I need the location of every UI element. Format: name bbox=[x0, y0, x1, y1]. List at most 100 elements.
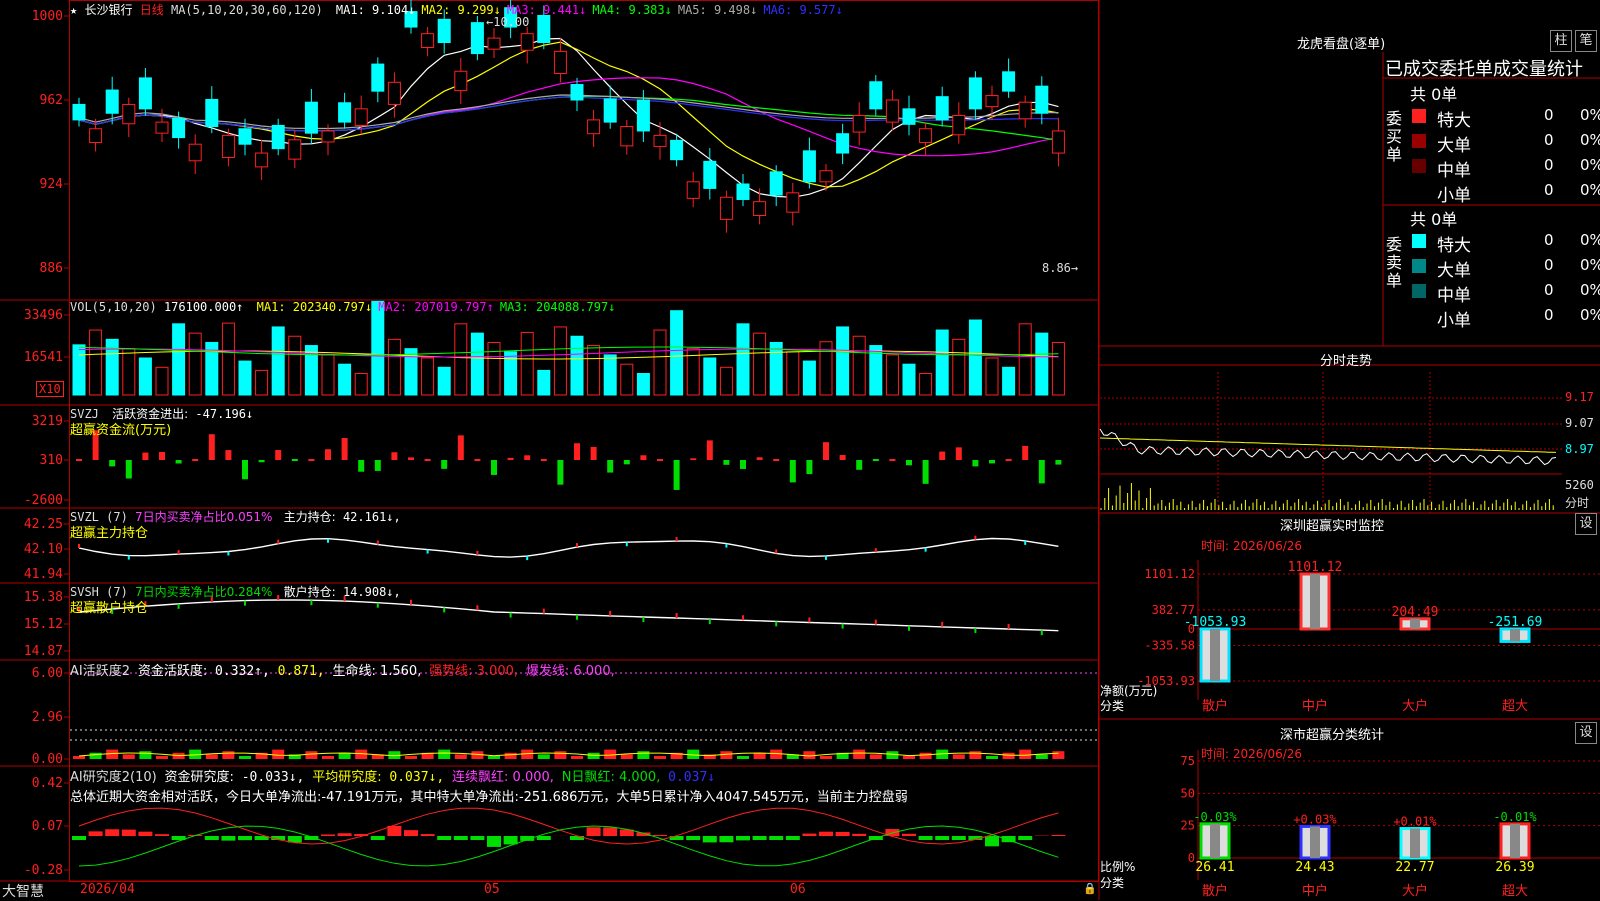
candle-body bbox=[853, 115, 865, 132]
fund-flow-bar bbox=[773, 459, 779, 461]
bar-mode-button[interactable]: 柱 bbox=[1550, 30, 1572, 52]
chart-canvas[interactable]: 100096292488633496165413219310-260042.25… bbox=[0, 0, 1600, 900]
svsh-tick: 14.87 bbox=[24, 644, 63, 659]
fund-flow-bar bbox=[740, 460, 746, 469]
fund-flow-bar bbox=[491, 460, 497, 475]
candle-body bbox=[1052, 131, 1064, 153]
fund-flow-bar bbox=[790, 460, 796, 482]
sell-label: 大单 bbox=[1437, 256, 1471, 281]
fund-flow-bar bbox=[1022, 446, 1028, 460]
ma-6: MA6: 9.577↓ bbox=[763, 3, 842, 17]
candle-body bbox=[173, 118, 185, 137]
activity-bar bbox=[903, 756, 915, 759]
activity-bar bbox=[305, 751, 317, 759]
candle-body bbox=[621, 127, 633, 146]
intraday-tick-2: 9.07 bbox=[1565, 416, 1594, 430]
period-label[interactable]: 日线 bbox=[140, 3, 164, 17]
activity-bar bbox=[405, 756, 417, 759]
stock-name[interactable]: 长沙银行 bbox=[84, 3, 132, 17]
svzj-value: -47.196↓ bbox=[195, 407, 253, 421]
sz-stats-settings-button[interactable]: 设 bbox=[1575, 722, 1597, 744]
research-bar bbox=[603, 827, 617, 836]
volume-bar bbox=[521, 332, 533, 395]
volume-bar bbox=[239, 361, 251, 395]
ai1-v2: 0.871, bbox=[278, 664, 325, 679]
candle-body bbox=[455, 71, 467, 90]
volume-bar bbox=[256, 370, 268, 395]
volume-bar bbox=[272, 327, 284, 395]
volume-bar bbox=[554, 327, 566, 395]
ai1-tick: 0.00 bbox=[32, 752, 63, 767]
research-bar bbox=[1051, 835, 1065, 836]
svsh-tick: 15.38 bbox=[24, 590, 63, 605]
candle-body bbox=[106, 90, 118, 113]
fund-flow-bar bbox=[425, 459, 431, 461]
ai2-v2: 0.037↓, bbox=[389, 770, 444, 785]
buy-label: 特大 bbox=[1437, 106, 1471, 131]
candle-body bbox=[1036, 86, 1048, 113]
favorite-star-icon[interactable]: ★ bbox=[70, 3, 77, 17]
date-label-3: 06 bbox=[790, 882, 806, 897]
activity-bar bbox=[339, 753, 351, 759]
research-bar bbox=[719, 836, 733, 842]
fund-flow-bar bbox=[873, 459, 879, 461]
vol-tick: 16541 bbox=[24, 350, 63, 365]
ai2-label: AI研究度2(10) bbox=[70, 770, 157, 785]
intraday-vol-tick: 5260 bbox=[1565, 478, 1594, 492]
volume-bar bbox=[604, 355, 616, 395]
sz-stats-bar-shade bbox=[1510, 824, 1520, 858]
volume-bar bbox=[156, 367, 168, 395]
volume-bar bbox=[372, 301, 384, 395]
vol-unit-button[interactable]: X10 bbox=[36, 381, 64, 397]
activity-bar bbox=[90, 753, 102, 759]
buy-swatch bbox=[1412, 134, 1426, 148]
research-bar bbox=[736, 836, 750, 840]
fund-flow-bar bbox=[375, 460, 381, 471]
retail-position-line bbox=[79, 600, 1058, 631]
candle-body bbox=[654, 135, 666, 146]
tick-mode-button[interactable]: 笔 bbox=[1575, 30, 1597, 52]
activity-bar bbox=[770, 750, 782, 759]
lock-icon[interactable]: 🔒 bbox=[1083, 882, 1097, 895]
fund-flow-bar bbox=[524, 455, 530, 460]
ai1-header: AI活跃度2 资金活跃度: 0.332↑, 0.871, 生命线: 1.560,… bbox=[70, 660, 615, 679]
sell-side-label: 委卖单 bbox=[1386, 236, 1404, 290]
ai2-red: 连续飘红: 0.000, bbox=[452, 770, 554, 785]
intraday-price-line bbox=[1100, 429, 1556, 465]
candle-body bbox=[787, 193, 799, 212]
volume-bar bbox=[322, 355, 334, 395]
intraday-vol-label: 分时 bbox=[1565, 494, 1589, 511]
candle-body bbox=[720, 197, 732, 219]
fund-flow-bar bbox=[624, 460, 630, 464]
buy-total: 共 0单 bbox=[1410, 81, 1457, 105]
volume-bar bbox=[837, 327, 849, 395]
sell-value: 0 bbox=[1544, 281, 1554, 299]
candle-body bbox=[571, 85, 583, 100]
research-bar bbox=[935, 836, 949, 840]
research-bar bbox=[437, 836, 451, 840]
candle-body bbox=[206, 99, 218, 126]
candle-body bbox=[687, 182, 699, 199]
fund-flow-bar bbox=[591, 447, 597, 460]
fund-flow-bar bbox=[292, 459, 298, 461]
sz-stats-bar-shade bbox=[1310, 826, 1320, 858]
candle-body bbox=[272, 125, 284, 148]
activity-bar bbox=[73, 756, 85, 759]
research-bar bbox=[952, 836, 966, 840]
volume-bar bbox=[1036, 333, 1048, 395]
sell-percent: 0% bbox=[1580, 306, 1600, 324]
fund-flow-bar bbox=[259, 460, 265, 462]
ma-4: MA4: 9.383↓ bbox=[592, 3, 671, 17]
svzl-tick: 42.25 bbox=[24, 517, 63, 532]
activity-bar bbox=[222, 751, 234, 759]
volume-bar bbox=[73, 345, 85, 395]
research-green-line bbox=[79, 826, 1058, 866]
activity-bar bbox=[969, 751, 981, 759]
date-label-2: 05 bbox=[484, 882, 500, 897]
sz-monitor-settings-button[interactable]: 设 bbox=[1575, 513, 1597, 535]
fund-flow-bar bbox=[209, 434, 215, 460]
sz-monitor-value-label: -251.69 bbox=[1488, 615, 1543, 630]
candle-body bbox=[754, 202, 766, 216]
ai1-tick: 2.96 bbox=[32, 710, 63, 725]
sz-monitor-ytick: 1101.12 bbox=[1144, 567, 1195, 581]
